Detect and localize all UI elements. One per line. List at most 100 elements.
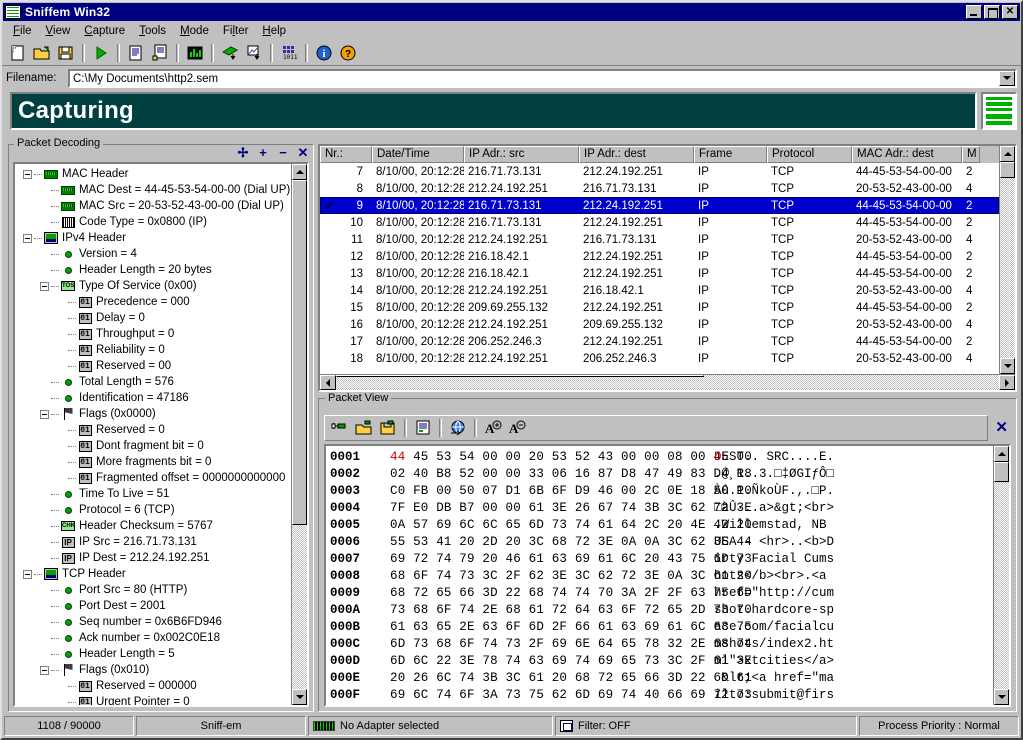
- info-icon[interactable]: i: [312, 42, 335, 64]
- tree-expander-collapse[interactable]: [40, 282, 49, 291]
- close-button[interactable]: ✕: [1002, 5, 1018, 19]
- column-header-datetime[interactable]: Date/Time: [372, 146, 464, 163]
- hex-dump-row[interactable]: 000202 40 B8 52 00 00 33 06 16 87 D8 47 …: [330, 465, 993, 482]
- font-decrease-icon[interactable]: A: [505, 417, 528, 439]
- tree-node[interactable]: IPv4 Header: [17, 230, 291, 246]
- filename-combo[interactable]: C:\My Documents\http2.sem: [68, 69, 1017, 88]
- menu-item-capture[interactable]: Capture: [77, 23, 132, 39]
- menu-item-tools[interactable]: Tools: [132, 23, 173, 39]
- column-header-macdest[interactable]: MAC Adr.: dest: [852, 146, 962, 163]
- tree-node[interactable]: Port Dest = 2001: [17, 598, 291, 614]
- column-header-src[interactable]: IP Adr.: src: [464, 146, 579, 163]
- save-file-icon[interactable]: [54, 42, 77, 64]
- tree-node[interactable]: CHKHeader Checksum = 5767: [17, 518, 291, 534]
- tree-node[interactable]: IPIP Src = 216.71.73.131: [17, 534, 291, 550]
- tree-node[interactable]: 01Delay = 0: [17, 310, 291, 326]
- packet-list-hscroll-track[interactable]: [336, 375, 999, 390]
- hex-dump-view[interactable]: 000144 45 53 54 00 00 20 53 52 43 00 00 …: [324, 444, 1011, 707]
- hex-matrix-icon[interactable]: 10110: [277, 42, 300, 64]
- tree-scroll-down-button[interactable]: [292, 689, 307, 705]
- packet-list-scroll-right-button[interactable]: [999, 375, 1015, 390]
- hex-dump-row[interactable]: 00047F E0 DB B7 00 00 61 3E 26 67 74 3B …: [330, 499, 993, 516]
- menu-item-filter[interactable]: Filter: [216, 23, 256, 39]
- tree-node[interactable]: Time To Live = 51: [17, 486, 291, 502]
- hex-dump-row[interactable]: 000D6D 6C 22 3E 78 74 63 69 74 69 65 73 …: [330, 652, 993, 669]
- packet-list-horizontal-scrollbar[interactable]: [320, 374, 1015, 390]
- tree-node[interactable]: Port Src = 80 (HTTP): [17, 582, 291, 598]
- status-adapter[interactable]: No Adapter selected: [308, 716, 553, 736]
- tree-node[interactable]: Header Length = 5: [17, 646, 291, 662]
- table-row[interactable]: 108/10/00, 20:12:28216.71.73.131212.24.1…: [320, 214, 999, 231]
- packet-list-header[interactable]: Nr.:Date/TimeIP Adr.: srcIP Adr.: destFr…: [320, 146, 999, 163]
- hex-dump-row[interactable]: 00050A 57 69 6C 6C 65 6D 73 74 61 64 2C …: [330, 516, 993, 533]
- tree-expander-collapse[interactable]: [23, 170, 32, 179]
- tree-node[interactable]: Ack number = 0x002C0E18: [17, 630, 291, 646]
- hex-scroll-up-button[interactable]: [994, 446, 1009, 462]
- tree-expander-collapse[interactable]: [40, 666, 49, 675]
- table-row[interactable]: 118/10/00, 20:12:28212.24.192.251216.71.…: [320, 231, 999, 248]
- tree-node[interactable]: 01Fragmented offset = 0000000000000: [17, 470, 291, 486]
- maximize-button[interactable]: [984, 5, 1000, 19]
- hex-dump-row[interactable]: 000968 72 65 66 3D 22 68 74 74 70 3A 2F …: [330, 584, 993, 601]
- hex-dump-row[interactable]: 000144 45 53 54 00 00 20 53 52 43 00 00 …: [330, 448, 993, 465]
- tree-node[interactable]: Header Length = 20 bytes: [17, 262, 291, 278]
- packet-list-scroll-down-button[interactable]: [1000, 358, 1015, 374]
- tree-node[interactable]: 01Dont fragment bit = 0: [17, 438, 291, 454]
- table-row[interactable]: ✓98/10/00, 20:12:28216.71.73.131212.24.1…: [320, 197, 999, 214]
- menu-item-mode[interactable]: Mode: [173, 23, 216, 39]
- tree-expander-collapse[interactable]: [23, 234, 32, 243]
- hex-dump-row[interactable]: 000A73 68 6F 74 2E 68 61 72 64 63 6F 72 …: [330, 601, 993, 618]
- tree-expander-collapse[interactable]: [40, 410, 49, 419]
- tree-node[interactable]: Flags (0x010): [17, 662, 291, 678]
- menu-item-help[interactable]: Help: [255, 23, 293, 39]
- tree-body[interactable]: MAC HeaderMAC Dest = 44-45-53-54-00-00 (…: [15, 164, 291, 705]
- close-packet-view-button[interactable]: ✕: [995, 421, 1008, 435]
- packet-list-scroll-up-button[interactable]: [1000, 146, 1015, 162]
- tree-node[interactable]: Flags (0x0000): [17, 406, 291, 422]
- table-row[interactable]: 148/10/00, 20:12:28212.24.192.251216.18.…: [320, 282, 999, 299]
- table-row[interactable]: 168/10/00, 20:12:28212.24.192.251209.69.…: [320, 316, 999, 333]
- table-row[interactable]: 178/10/00, 20:12:28206.252.246.3212.24.1…: [320, 333, 999, 350]
- adapter-download-icon[interactable]: [218, 42, 241, 64]
- hex-dump-row[interactable]: 0003C0 FB 00 50 07 D1 6B 6F D9 46 00 2C …: [330, 482, 993, 499]
- packet-list-hscroll-thumb[interactable]: [336, 375, 704, 377]
- tree-node[interactable]: Protocol = 6 (TCP): [17, 502, 291, 518]
- font-increase-icon[interactable]: A: [481, 417, 504, 439]
- new-capture-icon[interactable]: [6, 42, 29, 64]
- column-header-protocol[interactable]: Protocol: [767, 146, 852, 163]
- packet-list-scroll-track[interactable]: [1000, 162, 1015, 358]
- tree-node[interactable]: 01Reliability = 0: [17, 342, 291, 358]
- table-row[interactable]: 88/10/00, 20:12:28212.24.192.251216.71.7…: [320, 180, 999, 197]
- tree-node[interactable]: MAC Header: [17, 166, 291, 182]
- hex-scroll-down-button[interactable]: [994, 689, 1009, 705]
- tree-node[interactable]: MAC Src = 20-53-52-43-00-00 (Dial UP): [17, 198, 291, 214]
- column-header-dest[interactable]: IP Adr.: dest: [579, 146, 694, 163]
- table-row[interactable]: 188/10/00, 20:12:28212.24.192.251206.252…: [320, 350, 999, 367]
- help-icon[interactable]: ?: [336, 42, 359, 64]
- column-header-nr[interactable]: Nr.:: [320, 146, 372, 163]
- decode-report-icon[interactable]: [148, 42, 171, 64]
- hex-dump-row[interactable]: 000C6D 73 68 6F 74 73 2F 69 6E 64 65 78 …: [330, 635, 993, 652]
- hex-dump-body[interactable]: 000144 45 53 54 00 00 20 53 52 43 00 00 …: [326, 446, 993, 705]
- tree-node[interactable]: MAC Dest = 44-45-53-54-00-00 (Dial UP): [17, 182, 291, 198]
- hex-dump-row[interactable]: 000868 6F 74 73 3C 2F 62 3E 3C 62 72 3E …: [330, 567, 993, 584]
- menu-item-view[interactable]: View: [39, 23, 78, 39]
- collapse-all-button[interactable]: −: [276, 146, 290, 160]
- packet-list[interactable]: Nr.:Date/TimeIP Adr.: srcIP Adr.: destFr…: [318, 144, 1017, 392]
- packet-list-icon[interactable]: [124, 42, 147, 64]
- tree-node[interactable]: 01Reserved = 00: [17, 358, 291, 374]
- start-capture-icon[interactable]: [89, 42, 112, 64]
- tree-node[interactable]: Total Length = 576: [17, 374, 291, 390]
- tree-node[interactable]: Identification = 47186: [17, 390, 291, 406]
- tree-scroll-track[interactable]: [292, 180, 307, 689]
- export-download-icon[interactable]: [242, 42, 265, 64]
- open-file-icon[interactable]: [30, 42, 53, 64]
- hex-dump-row[interactable]: 000B61 63 65 2E 63 6F 6D 2F 66 61 63 69 …: [330, 618, 993, 635]
- tree-node[interactable]: Seq number = 0x6B6FD946: [17, 614, 291, 630]
- minimize-button[interactable]: [966, 5, 982, 19]
- tree-node[interactable]: 01Urgent Pointer = 0: [17, 694, 291, 705]
- open-packet-icon[interactable]: [352, 417, 375, 439]
- filename-dropdown-button[interactable]: [999, 71, 1015, 86]
- tree-node[interactable]: 01Precedence = 000: [17, 294, 291, 310]
- tree-node[interactable]: TCP Header: [17, 566, 291, 582]
